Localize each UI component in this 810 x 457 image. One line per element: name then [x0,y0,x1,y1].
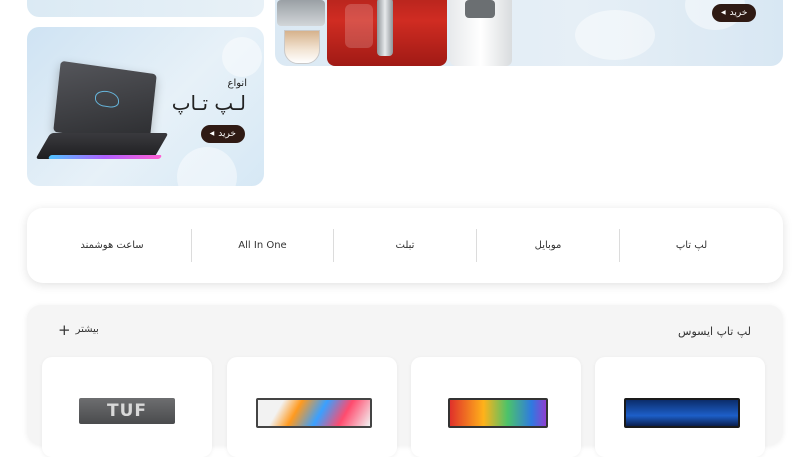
laptop-thumbnail: TUF [79,398,175,424]
frost-decoration [222,37,262,77]
product-card[interactable]: TUF [42,357,212,457]
product-card[interactable] [227,357,397,457]
category-smartwatch[interactable]: ساعت هوشمند [37,208,187,283]
arrow-left-icon: ◀ [721,9,726,16]
category-divider [333,229,334,262]
laptop-glow-decoration [47,155,163,159]
category-divider [476,229,477,262]
category-mobile[interactable]: موبایل [477,208,619,283]
category-laptop[interactable]: لپ تاپ [620,208,763,283]
banner-kicker: انواع [227,78,247,89]
section-title: لپ تاپ ایسوس [678,325,751,338]
more-link-label: بیشتر [75,324,99,335]
asus-laptops-section: لپ تاپ ایسوس + بیشتر TUF [27,305,783,457]
buy-button[interactable]: ◀ خرید [200,125,245,143]
air-fryer-handle [377,0,393,56]
air-fryer-window [345,4,373,48]
promo-banner-top-left[interactable] [27,0,264,17]
buy-button[interactable]: ◀ خرید [712,4,757,22]
espresso-spout-image [465,0,495,18]
category-bar: لپ تاپ موبایل تبلت All In One ساعت هوشمن… [27,208,783,283]
category-divider [619,229,620,262]
promo-banner-laptop[interactable]: انواع لـپ تـاپ ◀ خرید [27,27,264,186]
category-tablet[interactable]: تبلت [334,208,476,283]
frost-decoration [575,10,655,60]
plus-icon: + [58,320,71,339]
frost-decoration [177,147,237,186]
coffee-cup-image [284,30,320,64]
buy-button-label: خرید [729,8,748,18]
product-card[interactable] [595,357,765,457]
buy-button-label: خرید [218,129,236,139]
arrow-left-icon: ◀ [209,130,215,137]
promo-banner-appliances[interactable]: ◀ خرید [275,0,783,66]
coffee-machine-image [277,0,325,26]
more-link[interactable]: + بیشتر [58,320,99,339]
category-divider [191,229,192,262]
product-card[interactable] [411,357,581,457]
category-all-in-one[interactable]: All In One [192,208,333,283]
banner-title: لـپ تـاپ [171,91,246,115]
